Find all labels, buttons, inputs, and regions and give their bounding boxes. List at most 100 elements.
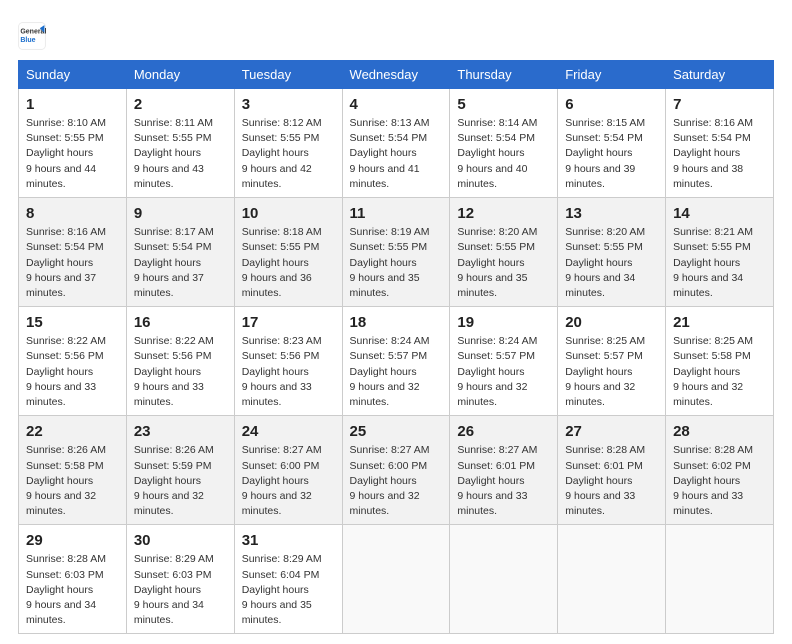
day-info: Sunrise: 8:11 AMSunset: 5:55 PMDaylight … bbox=[134, 117, 213, 190]
day-number: 21 bbox=[673, 312, 766, 333]
weekday-header: Friday bbox=[558, 61, 666, 89]
day-info: Sunrise: 8:22 AMSunset: 5:56 PMDaylight … bbox=[26, 335, 106, 408]
day-info: Sunrise: 8:10 AMSunset: 5:55 PMDaylight … bbox=[26, 117, 106, 190]
calendar-cell: 12 Sunrise: 8:20 AMSunset: 5:55 PMDaylig… bbox=[450, 198, 558, 307]
day-info: Sunrise: 8:26 AMSunset: 5:58 PMDaylight … bbox=[26, 444, 106, 517]
day-number: 4 bbox=[350, 94, 443, 115]
logo: General Blue bbox=[18, 22, 46, 50]
calendar-cell: 5 Sunrise: 8:14 AMSunset: 5:54 PMDayligh… bbox=[450, 89, 558, 198]
calendar: SundayMondayTuesdayWednesdayThursdayFrid… bbox=[18, 60, 774, 634]
calendar-cell: 17 Sunrise: 8:23 AMSunset: 5:56 PMDaylig… bbox=[234, 307, 342, 416]
day-number: 23 bbox=[134, 421, 227, 442]
day-info: Sunrise: 8:27 AMSunset: 6:00 PMDaylight … bbox=[242, 444, 322, 517]
day-info: Sunrise: 8:20 AMSunset: 5:55 PMDaylight … bbox=[565, 226, 645, 299]
day-info: Sunrise: 8:25 AMSunset: 5:58 PMDaylight … bbox=[673, 335, 753, 408]
day-number: 24 bbox=[242, 421, 335, 442]
day-number: 12 bbox=[457, 203, 550, 224]
day-info: Sunrise: 8:27 AMSunset: 6:00 PMDaylight … bbox=[350, 444, 430, 517]
weekday-header: Sunday bbox=[19, 61, 127, 89]
calendar-cell bbox=[450, 525, 558, 634]
calendar-cell: 30 Sunrise: 8:29 AMSunset: 6:03 PMDaylig… bbox=[126, 525, 234, 634]
calendar-cell: 24 Sunrise: 8:27 AMSunset: 6:00 PMDaylig… bbox=[234, 416, 342, 525]
day-number: 15 bbox=[26, 312, 119, 333]
day-number: 1 bbox=[26, 94, 119, 115]
day-number: 9 bbox=[134, 203, 227, 224]
weekday-header: Saturday bbox=[666, 61, 774, 89]
calendar-cell: 20 Sunrise: 8:25 AMSunset: 5:57 PMDaylig… bbox=[558, 307, 666, 416]
day-number: 17 bbox=[242, 312, 335, 333]
calendar-cell bbox=[342, 525, 450, 634]
day-number: 13 bbox=[565, 203, 658, 224]
day-number: 29 bbox=[26, 530, 119, 551]
day-number: 8 bbox=[26, 203, 119, 224]
calendar-cell: 14 Sunrise: 8:21 AMSunset: 5:55 PMDaylig… bbox=[666, 198, 774, 307]
calendar-cell: 15 Sunrise: 8:22 AMSunset: 5:56 PMDaylig… bbox=[19, 307, 127, 416]
calendar-cell: 8 Sunrise: 8:16 AMSunset: 5:54 PMDayligh… bbox=[19, 198, 127, 307]
day-number: 22 bbox=[26, 421, 119, 442]
day-number: 25 bbox=[350, 421, 443, 442]
calendar-cell: 27 Sunrise: 8:28 AMSunset: 6:01 PMDaylig… bbox=[558, 416, 666, 525]
calendar-cell: 28 Sunrise: 8:28 AMSunset: 6:02 PMDaylig… bbox=[666, 416, 774, 525]
day-info: Sunrise: 8:12 AMSunset: 5:55 PMDaylight … bbox=[242, 117, 322, 190]
day-info: Sunrise: 8:13 AMSunset: 5:54 PMDaylight … bbox=[350, 117, 430, 190]
day-number: 10 bbox=[242, 203, 335, 224]
day-info: Sunrise: 8:22 AMSunset: 5:56 PMDaylight … bbox=[134, 335, 214, 408]
day-info: Sunrise: 8:25 AMSunset: 5:57 PMDaylight … bbox=[565, 335, 645, 408]
calendar-cell: 1 Sunrise: 8:10 AMSunset: 5:55 PMDayligh… bbox=[19, 89, 127, 198]
calendar-cell: 26 Sunrise: 8:27 AMSunset: 6:01 PMDaylig… bbox=[450, 416, 558, 525]
calendar-cell bbox=[558, 525, 666, 634]
day-info: Sunrise: 8:26 AMSunset: 5:59 PMDaylight … bbox=[134, 444, 214, 517]
day-info: Sunrise: 8:24 AMSunset: 5:57 PMDaylight … bbox=[457, 335, 537, 408]
day-number: 16 bbox=[134, 312, 227, 333]
calendar-cell: 6 Sunrise: 8:15 AMSunset: 5:54 PMDayligh… bbox=[558, 89, 666, 198]
day-number: 3 bbox=[242, 94, 335, 115]
calendar-cell: 13 Sunrise: 8:20 AMSunset: 5:55 PMDaylig… bbox=[558, 198, 666, 307]
day-info: Sunrise: 8:18 AMSunset: 5:55 PMDaylight … bbox=[242, 226, 322, 299]
calendar-cell: 9 Sunrise: 8:17 AMSunset: 5:54 PMDayligh… bbox=[126, 198, 234, 307]
day-info: Sunrise: 8:28 AMSunset: 6:02 PMDaylight … bbox=[673, 444, 753, 517]
logo-icon: General Blue bbox=[18, 22, 46, 50]
calendar-cell: 11 Sunrise: 8:19 AMSunset: 5:55 PMDaylig… bbox=[342, 198, 450, 307]
calendar-cell: 22 Sunrise: 8:26 AMSunset: 5:58 PMDaylig… bbox=[19, 416, 127, 525]
day-info: Sunrise: 8:14 AMSunset: 5:54 PMDaylight … bbox=[457, 117, 537, 190]
day-info: Sunrise: 8:16 AMSunset: 5:54 PMDaylight … bbox=[26, 226, 106, 299]
weekday-header: Monday bbox=[126, 61, 234, 89]
calendar-cell: 4 Sunrise: 8:13 AMSunset: 5:54 PMDayligh… bbox=[342, 89, 450, 198]
day-info: Sunrise: 8:16 AMSunset: 5:54 PMDaylight … bbox=[673, 117, 753, 190]
day-number: 27 bbox=[565, 421, 658, 442]
day-info: Sunrise: 8:21 AMSunset: 5:55 PMDaylight … bbox=[673, 226, 753, 299]
calendar-cell: 21 Sunrise: 8:25 AMSunset: 5:58 PMDaylig… bbox=[666, 307, 774, 416]
day-info: Sunrise: 8:19 AMSunset: 5:55 PMDaylight … bbox=[350, 226, 430, 299]
calendar-cell: 10 Sunrise: 8:18 AMSunset: 5:55 PMDaylig… bbox=[234, 198, 342, 307]
calendar-cell: 3 Sunrise: 8:12 AMSunset: 5:55 PMDayligh… bbox=[234, 89, 342, 198]
day-info: Sunrise: 8:15 AMSunset: 5:54 PMDaylight … bbox=[565, 117, 645, 190]
day-number: 31 bbox=[242, 530, 335, 551]
day-number: 5 bbox=[457, 94, 550, 115]
day-info: Sunrise: 8:24 AMSunset: 5:57 PMDaylight … bbox=[350, 335, 430, 408]
day-info: Sunrise: 8:29 AMSunset: 6:04 PMDaylight … bbox=[242, 553, 322, 626]
calendar-cell: 18 Sunrise: 8:24 AMSunset: 5:57 PMDaylig… bbox=[342, 307, 450, 416]
day-number: 18 bbox=[350, 312, 443, 333]
day-number: 11 bbox=[350, 203, 443, 224]
day-number: 6 bbox=[565, 94, 658, 115]
day-info: Sunrise: 8:17 AMSunset: 5:54 PMDaylight … bbox=[134, 226, 214, 299]
day-info: Sunrise: 8:23 AMSunset: 5:56 PMDaylight … bbox=[242, 335, 322, 408]
svg-text:Blue: Blue bbox=[20, 37, 35, 44]
header: General Blue bbox=[18, 18, 774, 50]
calendar-cell: 25 Sunrise: 8:27 AMSunset: 6:00 PMDaylig… bbox=[342, 416, 450, 525]
day-info: Sunrise: 8:29 AMSunset: 6:03 PMDaylight … bbox=[134, 553, 214, 626]
weekday-header: Wednesday bbox=[342, 61, 450, 89]
day-info: Sunrise: 8:28 AMSunset: 6:03 PMDaylight … bbox=[26, 553, 106, 626]
day-info: Sunrise: 8:28 AMSunset: 6:01 PMDaylight … bbox=[565, 444, 645, 517]
day-number: 7 bbox=[673, 94, 766, 115]
calendar-cell: 23 Sunrise: 8:26 AMSunset: 5:59 PMDaylig… bbox=[126, 416, 234, 525]
weekday-header: Thursday bbox=[450, 61, 558, 89]
day-number: 20 bbox=[565, 312, 658, 333]
day-number: 30 bbox=[134, 530, 227, 551]
calendar-cell: 29 Sunrise: 8:28 AMSunset: 6:03 PMDaylig… bbox=[19, 525, 127, 634]
day-number: 28 bbox=[673, 421, 766, 442]
day-number: 19 bbox=[457, 312, 550, 333]
calendar-cell: 2 Sunrise: 8:11 AMSunset: 5:55 PMDayligh… bbox=[126, 89, 234, 198]
weekday-header: Tuesday bbox=[234, 61, 342, 89]
calendar-cell: 19 Sunrise: 8:24 AMSunset: 5:57 PMDaylig… bbox=[450, 307, 558, 416]
